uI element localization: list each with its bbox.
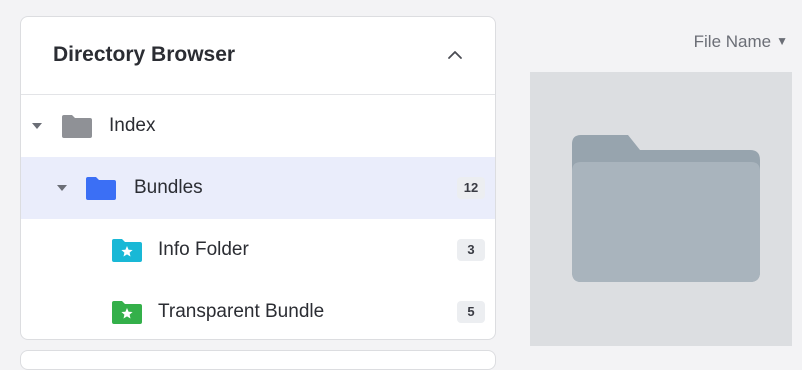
tree-item-label: Bundles bbox=[134, 177, 203, 198]
count-badge: 3 bbox=[457, 239, 485, 261]
tree-item-label: Transparent Bundle bbox=[158, 301, 325, 322]
tree-item-index[interactable]: Index bbox=[21, 95, 495, 157]
file-view: File Name ▼ bbox=[510, 0, 802, 359]
star-folder-icon bbox=[112, 239, 142, 262]
sort-dropdown[interactable]: File Name ▼ bbox=[694, 32, 788, 52]
secondary-panel bbox=[20, 350, 496, 370]
tree-item-label: Index bbox=[109, 115, 156, 136]
tree-item-transparent-bundle[interactable]: Transparent Bundle 5 bbox=[21, 281, 495, 339]
panel-header: Directory Browser bbox=[21, 17, 495, 95]
tree-item-bundles[interactable]: Bundles 12 bbox=[21, 157, 495, 219]
directory-browser-panel: Directory Browser Index Bundles 12 Info … bbox=[20, 16, 496, 340]
tree-item-info-folder[interactable]: Info Folder 3 bbox=[21, 219, 495, 281]
count-badge: 5 bbox=[457, 301, 485, 323]
folder-icon bbox=[86, 177, 116, 200]
sort-label: File Name bbox=[693, 32, 772, 51]
caret-down-icon: ▼ bbox=[776, 34, 788, 48]
folder-icon bbox=[572, 135, 760, 282]
panel-title: Directory Browser bbox=[53, 43, 236, 66]
count-badge: 12 bbox=[457, 177, 485, 199]
chevron-up-icon bbox=[448, 51, 462, 59]
collapse-button[interactable] bbox=[445, 45, 465, 65]
folder-icon bbox=[62, 115, 92, 138]
star-folder-icon bbox=[112, 301, 142, 324]
tree-item-label: Info Folder bbox=[158, 239, 249, 260]
caret-down-icon[interactable] bbox=[31, 122, 43, 130]
caret-down-icon[interactable] bbox=[56, 184, 68, 192]
folder-preview[interactable] bbox=[530, 72, 792, 346]
